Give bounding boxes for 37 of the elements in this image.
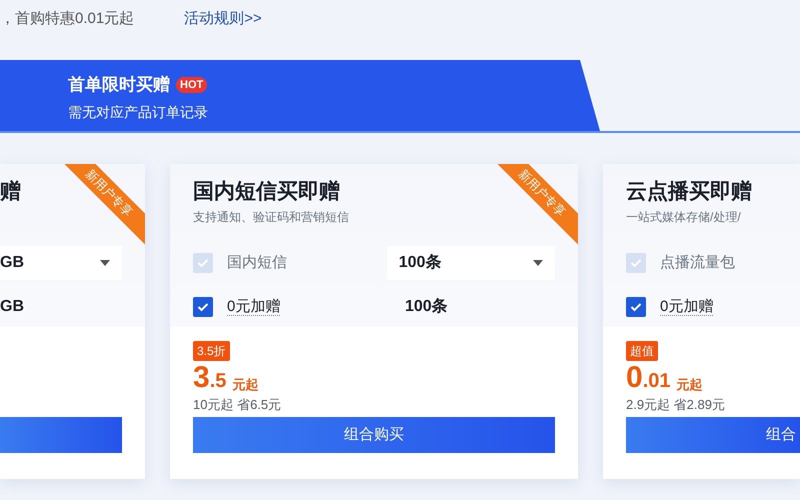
rules-link[interactable]: 活动规则>> <box>184 8 262 30</box>
discount-tag: 3.5折 <box>193 341 230 361</box>
card-subtitle: 支持通知、验证码和营销短信 <box>193 209 350 226</box>
original-price: 2.9元起 省2.89元 <box>626 397 725 412</box>
caret-icon <box>100 260 110 266</box>
checkbox[interactable] <box>193 297 213 317</box>
option-label: 国内短信 <box>227 252 288 273</box>
discount-tag: 超值 <box>626 341 658 361</box>
card-title: 国内短信买即赠 <box>193 180 340 203</box>
card-title: 云点播买即赠 <box>626 180 752 203</box>
original-price: 10元起 省6.5元 <box>193 397 282 412</box>
option-label: 0元加赠 <box>227 296 282 318</box>
checkmark-icon <box>630 302 642 312</box>
quantity-text: 100条 <box>404 296 448 317</box>
tab-title: 首单限时买赠 <box>68 74 170 96</box>
buy-button[interactable]: 组合 <box>626 417 800 453</box>
price-unit: 元起 <box>676 378 702 391</box>
buy-button[interactable] <box>0 417 122 453</box>
buy-button[interactable]: 组合购买 <box>193 417 555 453</box>
option-label: 点播流量包 <box>660 252 736 273</box>
card-title: 赠 <box>0 180 21 203</box>
option-label: 0元加赠 <box>660 296 714 318</box>
card-subtitle: 一站式媒体存储/处理/ <box>626 209 742 226</box>
checkmark-icon <box>197 302 209 312</box>
hot-badge: HOT <box>176 76 208 93</box>
price-unit: 元起 <box>232 378 258 391</box>
promo-text: ，首购特惠0.01元起 <box>0 9 134 29</box>
quantity-text: GB <box>0 297 24 317</box>
tab-subtitle: 需无对应产品订单记录 <box>68 102 209 122</box>
promo-tab[interactable]: 首单限时买赠 HOT 需无对应产品订单记录 <box>0 60 600 131</box>
price: 0.01 <box>626 363 670 393</box>
caret-icon <box>533 260 543 266</box>
checkbox[interactable] <box>626 297 646 317</box>
checkmark-icon <box>197 258 209 268</box>
checkmark-icon <box>630 258 642 268</box>
price: 3.5 <box>193 363 226 393</box>
quantity-select[interactable]: GB <box>0 246 122 280</box>
